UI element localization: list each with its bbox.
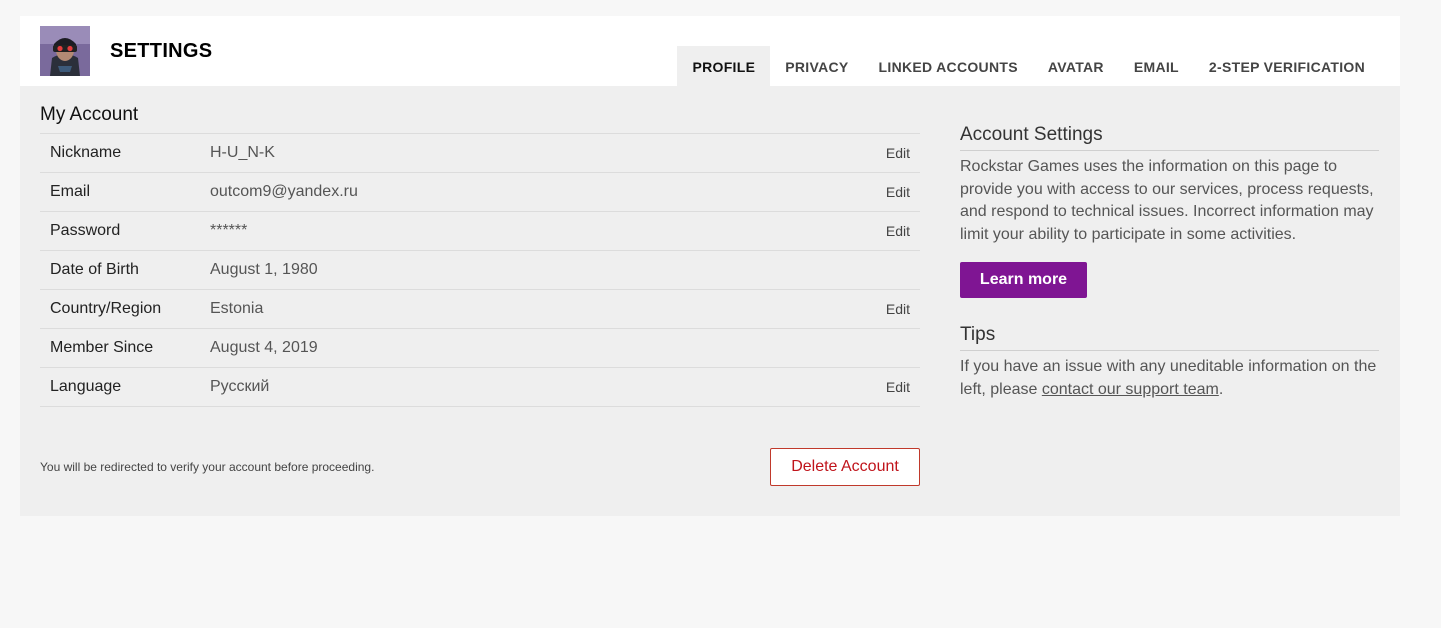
tab-privacy[interactable]: PRIVACY [770, 46, 863, 86]
row-label: Password [50, 222, 121, 239]
tab-avatar[interactable]: AVATAR [1033, 46, 1119, 86]
row-label: Nickname [50, 144, 122, 161]
tab-2-step-verification[interactable]: 2-STEP VERIFICATION [1194, 46, 1380, 86]
page-title: SETTINGS [110, 40, 213, 62]
settings-tabs: PROFILE PRIVACY LINKED ACCOUNTS AVATAR E… [677, 46, 1380, 86]
edit-email-link[interactable]: Edit [886, 184, 910, 200]
learn-more-button[interactable]: Learn more [960, 262, 1087, 298]
account-settings-title: Account Settings [960, 124, 1379, 151]
row-language: Language Русский Edit [40, 368, 920, 407]
account-rows: Nickname H-U_N-K Edit Email outcom9@yand… [40, 133, 920, 407]
edit-language-link[interactable]: Edit [886, 379, 910, 395]
row-label: Date of Birth [50, 261, 139, 278]
my-account-section: My Account Nickname H-U_N-K Edit Email o… [40, 102, 920, 407]
settings-header: SETTINGS PROFILE PRIVACY LINKED ACCOUNTS… [20, 16, 1400, 86]
delete-account-button[interactable]: Delete Account [770, 448, 920, 486]
row-email: Email outcom9@yandex.ru Edit [40, 173, 920, 212]
tips-text-after: . [1218, 380, 1224, 398]
settings-card: SETTINGS PROFILE PRIVACY LINKED ACCOUNTS… [20, 16, 1400, 516]
row-value: August 4, 2019 [210, 339, 318, 356]
contact-support-link[interactable]: contact our support team [1042, 381, 1219, 398]
row-nickname: Nickname H-U_N-K Edit [40, 134, 920, 173]
info-sidebar: Account Settings Rockstar Games uses the… [960, 122, 1379, 401]
avatar [40, 26, 90, 76]
account-settings-text: Rockstar Games uses the information on t… [960, 158, 1374, 243]
my-account-title: My Account [40, 104, 139, 125]
row-value: August 1, 1980 [210, 261, 318, 278]
row-date-of-birth: Date of Birth August 1, 1980 [40, 251, 920, 290]
row-value: ****** [210, 222, 248, 239]
row-country-region: Country/Region Estonia Edit [40, 290, 920, 329]
row-value: Estonia [210, 300, 264, 317]
tab-linked-accounts[interactable]: LINKED ACCOUNTS [864, 46, 1033, 86]
row-label: Country/Region [50, 300, 162, 317]
tab-profile[interactable]: PROFILE [677, 46, 771, 86]
edit-nickname-link[interactable]: Edit [886, 145, 910, 161]
row-label: Member Since [50, 339, 154, 356]
row-value: Русский [210, 378, 270, 395]
tips-title: Tips [960, 324, 1379, 351]
tips-text: If you have an issue with any uneditable… [960, 356, 1379, 401]
row-value: outcom9@yandex.ru [210, 183, 358, 200]
row-value: H-U_N-K [210, 144, 275, 161]
row-password: Password ****** Edit [40, 212, 920, 251]
row-member-since: Member Since August 4, 2019 [40, 329, 920, 368]
edit-password-link[interactable]: Edit [886, 223, 910, 239]
tab-email[interactable]: EMAIL [1119, 46, 1194, 86]
edit-country-link[interactable]: Edit [886, 301, 910, 317]
row-label: Language [50, 378, 122, 395]
redirect-note: You will be redirected to verify your ac… [40, 460, 375, 474]
row-label: Email [50, 183, 91, 200]
